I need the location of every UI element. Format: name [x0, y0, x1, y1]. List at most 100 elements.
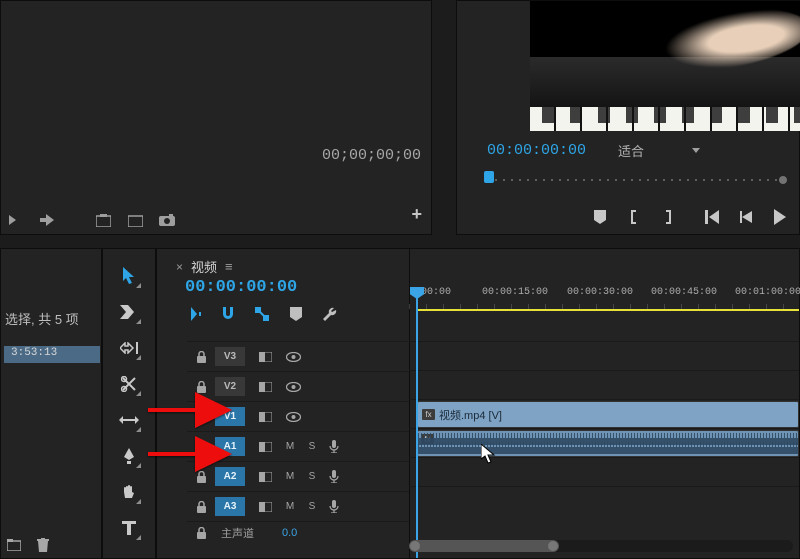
- playhead[interactable]: [416, 287, 418, 558]
- timeline-hscroll[interactable]: [409, 540, 793, 552]
- lane-a2[interactable]: [409, 457, 799, 487]
- snap-magnet-icon[interactable]: [219, 305, 237, 323]
- master-volume[interactable]: 0.0: [282, 527, 297, 539]
- video-clip[interactable]: fx 视频.mp4 [V]: [417, 401, 799, 428]
- ripple-edit-tool[interactable]: [118, 337, 140, 359]
- play-button[interactable]: [771, 208, 789, 226]
- type-tool[interactable]: [118, 517, 140, 539]
- proxy-icon[interactable]: [127, 212, 143, 228]
- pen-tool[interactable]: [118, 445, 140, 467]
- source-timecode: 00;00;00;00: [322, 147, 421, 164]
- lock-icon[interactable]: [187, 441, 215, 453]
- lock-icon[interactable]: [187, 411, 215, 423]
- sync-lock-icon[interactable]: [251, 412, 279, 422]
- solo-toggle[interactable]: S: [301, 501, 323, 512]
- timeline-timecode[interactable]: 00:00:00:00: [185, 278, 297, 297]
- track-toggle-a1[interactable]: A1: [215, 437, 245, 456]
- export-frame-icon[interactable]: [95, 212, 111, 228]
- scrubber-track: [487, 179, 785, 181]
- lock-icon[interactable]: [187, 501, 215, 513]
- lane-v2[interactable]: [409, 370, 799, 400]
- track-header-a1[interactable]: A1 M S: [187, 431, 409, 461]
- ruler-label: 00:00:15:00: [482, 287, 548, 298]
- lock-icon[interactable]: [187, 527, 215, 539]
- sync-lock-icon[interactable]: [251, 472, 279, 482]
- track-header-a2[interactable]: A2 M S: [187, 461, 409, 491]
- go-to-in-icon[interactable]: [703, 208, 721, 226]
- track-select-forward-tool[interactable]: [118, 301, 140, 323]
- linked-selection-icon[interactable]: [253, 305, 271, 323]
- lock-icon[interactable]: [187, 471, 215, 483]
- in-bracket-icon[interactable]: [625, 208, 643, 226]
- camera-icon[interactable]: [159, 212, 175, 228]
- overwrite-icon[interactable]: [39, 212, 55, 228]
- sync-lock-icon[interactable]: [251, 502, 279, 512]
- solo-toggle[interactable]: S: [301, 471, 323, 482]
- add-marker-button[interactable]: [287, 305, 305, 323]
- program-panel: 00:00:00:00 适合: [456, 0, 800, 235]
- out-bracket-icon[interactable]: [659, 208, 677, 226]
- settings-wrench-icon[interactable]: [321, 305, 339, 323]
- video-content: [530, 57, 800, 131]
- program-monitor[interactable]: [530, 1, 800, 131]
- panel-menu-icon[interactable]: ≡: [225, 259, 233, 274]
- lane-a3[interactable]: [409, 486, 799, 516]
- eye-icon[interactable]: [279, 352, 307, 362]
- insert-icon[interactable]: [7, 212, 23, 228]
- new-bin-icon[interactable]: [7, 539, 21, 551]
- selection-tool[interactable]: [118, 265, 140, 287]
- lock-icon[interactable]: [187, 351, 215, 363]
- work-area-bar[interactable]: [417, 309, 799, 311]
- track-toggle-v1[interactable]: V1: [215, 407, 245, 426]
- lane-a1[interactable]: fx: [409, 428, 799, 458]
- track-toggle-v2[interactable]: V2: [215, 377, 245, 396]
- fx-badge[interactable]: fx: [422, 409, 435, 420]
- razor-tool[interactable]: [118, 373, 140, 395]
- timeline-ruler[interactable]: :00:00 00:00:15:00 00:00:30:00 00:00:45:…: [409, 287, 799, 317]
- record-mic-icon[interactable]: [323, 500, 345, 513]
- sync-lock-icon[interactable]: [251, 382, 279, 392]
- record-mic-icon[interactable]: [323, 440, 345, 453]
- scroll-thumb[interactable]: [409, 540, 559, 552]
- hand-tool[interactable]: [118, 481, 140, 503]
- trash-icon[interactable]: [37, 538, 49, 552]
- scrubber-playhead[interactable]: [484, 171, 494, 183]
- track-toggle-v3[interactable]: V3: [215, 347, 245, 366]
- track-header-v2[interactable]: V2: [187, 371, 409, 401]
- track-header-v3[interactable]: V3: [187, 341, 409, 371]
- record-mic-icon[interactable]: [323, 470, 345, 483]
- slip-tool[interactable]: [118, 409, 140, 431]
- eye-icon[interactable]: [279, 382, 307, 392]
- audio-clip[interactable]: fx: [417, 430, 799, 457]
- master-track-header[interactable]: 主声道 0.0: [187, 521, 409, 544]
- timeline-tab-label: 视频: [191, 257, 217, 276]
- track-toggle-a3[interactable]: A3: [215, 497, 245, 516]
- add-marker-icon[interactable]: +: [411, 204, 422, 225]
- ruler-label: 00:00:30:00: [567, 287, 633, 298]
- track-header-a3[interactable]: A3 M S: [187, 491, 409, 521]
- timeline-tracks[interactable]: fx 视频.mp4 [V] fx: [409, 341, 799, 516]
- marker-icon[interactable]: [591, 208, 609, 226]
- lane-v1[interactable]: fx 视频.mp4 [V]: [409, 399, 799, 429]
- lock-icon[interactable]: [187, 381, 215, 393]
- zoom-fit-dropdown[interactable]: 适合: [612, 140, 706, 160]
- lane-v3[interactable]: [409, 341, 799, 371]
- eye-icon[interactable]: [279, 412, 307, 422]
- source-panel: 00;00;00;00 +: [0, 0, 432, 235]
- mute-toggle[interactable]: M: [279, 441, 301, 452]
- track-toggle-a2[interactable]: A2: [215, 467, 245, 486]
- clip-label: 视频.mp4 [V]: [439, 407, 502, 423]
- mute-toggle[interactable]: M: [279, 501, 301, 512]
- sync-lock-icon[interactable]: [251, 442, 279, 452]
- master-label: 主声道: [221, 525, 254, 541]
- mute-toggle[interactable]: M: [279, 471, 301, 482]
- waveform: [418, 442, 798, 454]
- step-back-icon[interactable]: [737, 208, 755, 226]
- timeline-tab[interactable]: × 视频 ≡: [176, 257, 233, 276]
- close-tab-icon[interactable]: ×: [176, 260, 183, 274]
- track-header-v1[interactable]: V1: [187, 401, 409, 431]
- snap-nested-icon[interactable]: [185, 305, 203, 323]
- program-scrubber[interactable]: [487, 170, 785, 188]
- sync-lock-icon[interactable]: [251, 352, 279, 362]
- solo-toggle[interactable]: S: [301, 441, 323, 452]
